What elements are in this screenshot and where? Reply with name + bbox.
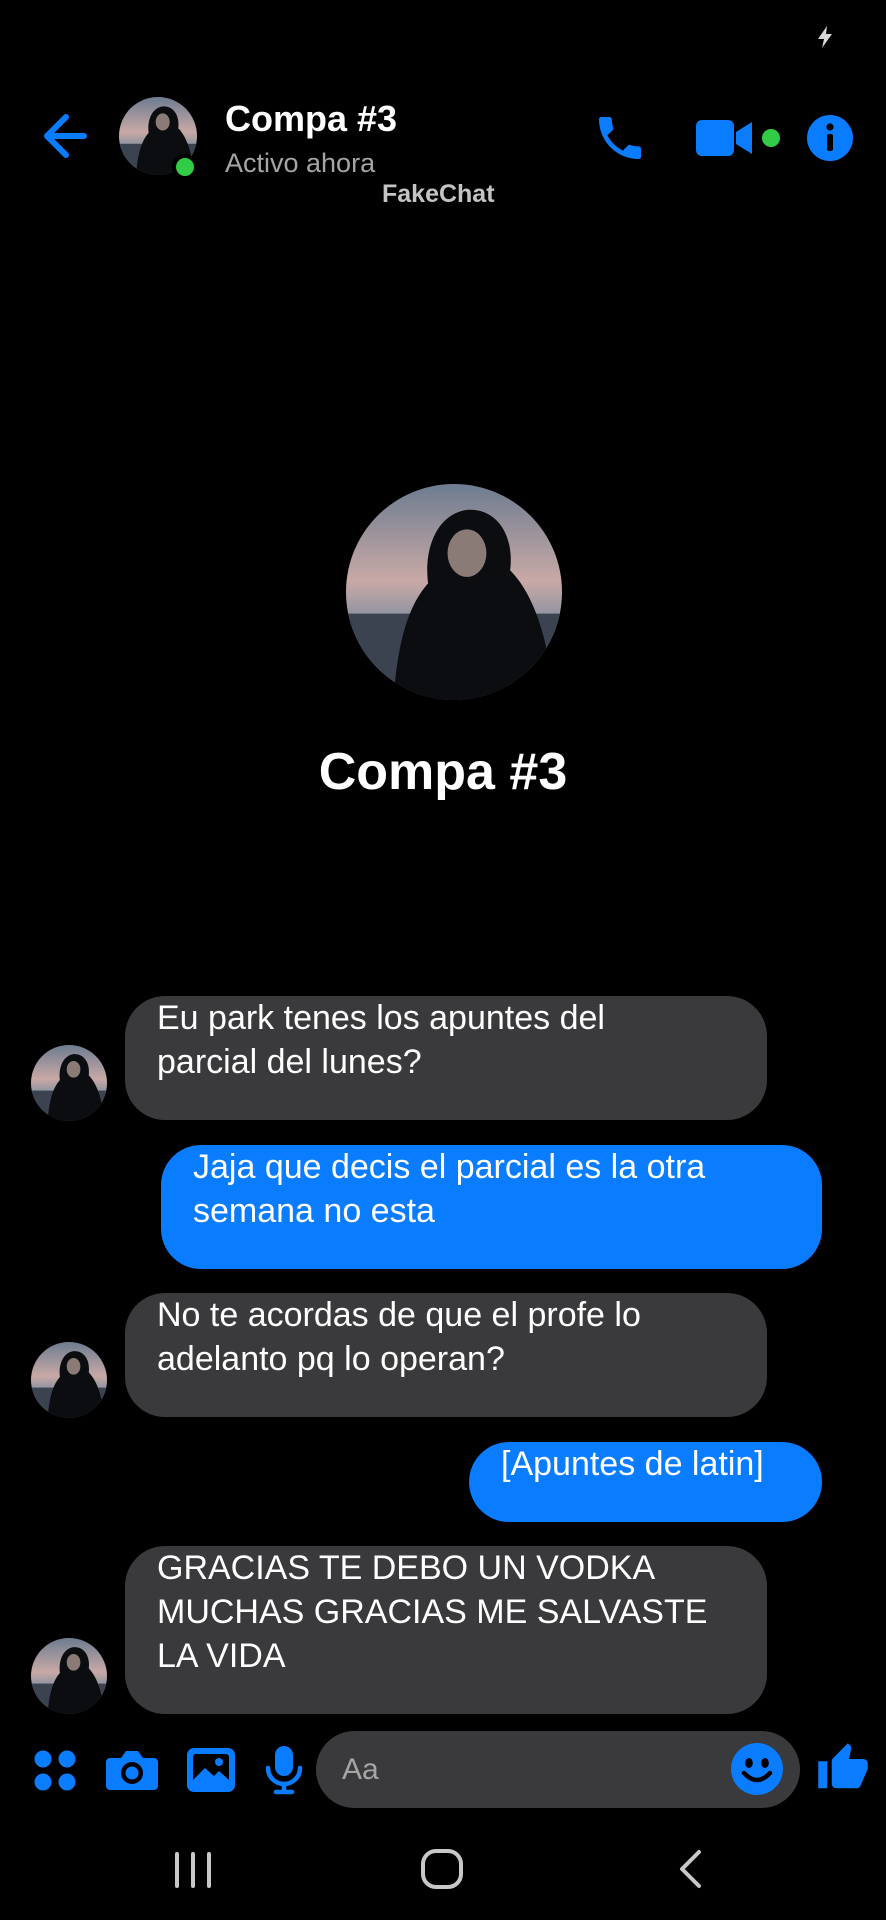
message-line: LA VIDA — [157, 1637, 286, 1675]
message-line: adelanto pq lo operan? — [157, 1340, 505, 1378]
message-avatar[interactable] — [31, 1342, 107, 1418]
contact-name[interactable]: Compa #3 — [225, 98, 397, 140]
recents-icon[interactable] — [168, 1846, 218, 1892]
profile-name: Compa #3 — [318, 743, 568, 801]
message-line: Jaja que decis el parcial es la otra — [193, 1148, 706, 1186]
message-line: [Apuntes de latin] — [501, 1445, 764, 1483]
emoji-icon[interactable] — [730, 1742, 784, 1796]
message-line: Eu park tenes los apuntes del — [157, 999, 605, 1037]
message-avatar[interactable] — [31, 1638, 107, 1714]
outgoing-message-bubble[interactable]: [Apuntes de latin] — [469, 1442, 822, 1522]
thumbs-up-icon[interactable] — [816, 1740, 870, 1796]
message-input[interactable] — [316, 1731, 800, 1808]
back-arrow-icon[interactable] — [40, 108, 92, 164]
incoming-message-bubble[interactable]: Eu park tenes los apuntes del parcial de… — [125, 996, 767, 1120]
video-camera-icon[interactable] — [696, 116, 756, 160]
apps-grid-icon[interactable] — [30, 1740, 80, 1798]
messenger-chat-screen: Compa #3 Activo ahora FakeChat Compa #3 … — [0, 0, 886, 1920]
watermark-label: FakeChat — [382, 180, 495, 208]
charging-bolt-icon — [818, 26, 832, 48]
video-active-dot — [762, 129, 780, 147]
profile-avatar[interactable] — [346, 484, 562, 700]
message-line: parcial del lunes? — [157, 1043, 422, 1081]
outgoing-message-bubble[interactable]: Jaja que decis el parcial es la otra sem… — [161, 1145, 822, 1269]
microphone-icon[interactable] — [262, 1740, 306, 1798]
incoming-message-bubble[interactable]: No te acordas de que el profe lo adelant… — [125, 1293, 767, 1417]
message-line: MUCHAS GRACIAS ME SALVASTE — [157, 1593, 708, 1631]
incoming-message-bubble[interactable]: GRACIAS TE DEBO UN VODKA MUCHAS GRACIAS … — [125, 1546, 767, 1714]
message-line: GRACIAS TE DEBO UN VODKA — [157, 1549, 656, 1587]
home-icon[interactable] — [412, 1846, 472, 1892]
camera-icon[interactable] — [104, 1740, 160, 1798]
message-line: semana no esta — [193, 1192, 435, 1230]
phone-icon[interactable] — [592, 110, 648, 166]
header-avatar[interactable] — [119, 97, 201, 180]
message-avatar[interactable] — [31, 1045, 107, 1121]
online-indicator — [172, 154, 198, 180]
contact-status: Activo ahora — [225, 148, 376, 178]
back-chevron-icon[interactable] — [672, 1846, 708, 1892]
message-line: No te acordas de que el profe lo — [157, 1296, 641, 1334]
gallery-icon[interactable] — [184, 1740, 238, 1798]
info-icon[interactable] — [806, 114, 854, 162]
